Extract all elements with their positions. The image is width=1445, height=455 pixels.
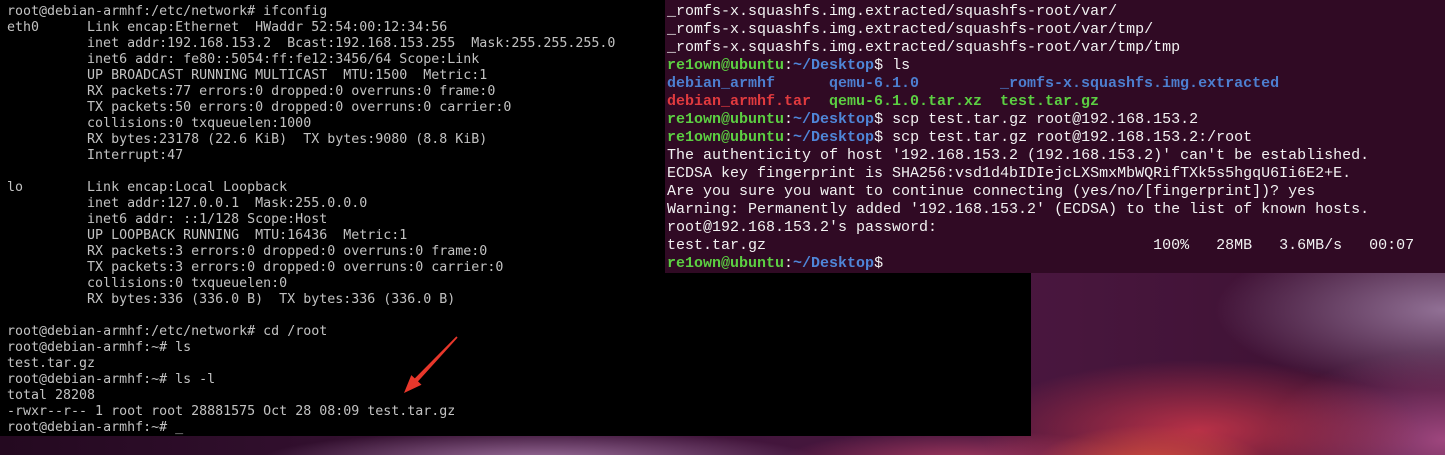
ifconfig-line: Link encap:Local Loopback [87,180,288,195]
prompt-separator: : [784,57,794,74]
ls-output-line: test.tar.gz [7,356,96,371]
ubuntu-terminal-window[interactable]: _romfs-x.squashfs.img.extracted/squashfs… [665,0,1445,273]
shell-prompt: root@debian-armhf:~# [7,340,168,355]
prompt-user-host: re1own@ubuntu [667,255,785,272]
transfer-filename: test.tar.gz [667,237,767,254]
transfer-percent: 100% [1153,237,1190,254]
ls-l-output-line: -rwxr--r-- 1 root root 28881575 Oct 28 0… [7,404,456,419]
ls-entry-directory: debian_armhf [667,75,776,92]
ls-entry-executable: test.tar.gz [1000,93,1100,110]
scp-message-line: Are you sure you want to continue connec… [667,183,1316,200]
shell-prompt: root@debian-armhf:~# [7,372,168,387]
command-text: ifconfig [263,4,328,19]
prompt-symbol: $ [874,255,884,272]
ls-l-output-line: total 28208 [7,388,96,403]
iface-name: lo [7,180,24,195]
ls-entry-archive: debian_armhf.tar [667,93,812,110]
command-text: scp test.tar.gz root@192.168.153.2 [892,111,1199,128]
scp-message-line: The authenticity of host '192.168.153.2 … [667,147,1370,164]
command-text: cd /root [263,324,328,339]
scp-message-line: root@192.168.153.2's password: [667,219,938,236]
prompt-path: ~/Desktop [793,57,875,74]
prompt-separator: : [784,129,794,146]
ifconfig-line: Link encap:Ethernet HWaddr 52:54:00:12:3… [87,20,448,35]
transfer-size: 28MB [1216,237,1253,254]
prompt-path: ~/Desktop [793,111,875,128]
command-text: ls [892,57,911,74]
ifconfig-line: RX bytes:336 (336.0 B) TX bytes:336 (336… [87,292,456,307]
prompt-line: re1own@ubuntu: ~/Desktop $ scp test.tar.gz … [667,111,1445,129]
prompt-symbol: $ [874,129,884,146]
ls-row: debian_armhf.tar qemu-6.1.0.tar.xz test.ta… [667,93,1445,111]
command-text: scp test.tar.gz root@192.168.153.2:/root [892,129,1253,146]
command-text: ls -l [175,372,216,387]
prompt-symbol: $ [874,57,884,74]
prompt-user-host: re1own@ubuntu [667,111,785,128]
prompt-separator: : [784,255,794,272]
prompt-path: ~/Desktop [793,255,875,272]
ls-entry-directory: qemu-6.1.0 [829,75,920,92]
scp-progress-line: test.tar.gz 100% 28MB 3.6MB/s 00:07 [667,237,1445,255]
output-line: _romfs-x.squashfs.img.extracted/squashfs… [667,21,1154,38]
ls-row: debian_armhf qemu-6.1.0 _romfs-x.squashfs.… [667,75,1445,93]
scp-message-line: ECDSA key fingerprint is SHA256:vsd1d4bI… [667,165,1352,182]
command-text: ls [175,340,192,355]
prompt-line: root@debian-armhf:~# ls -l [7,372,1031,388]
ls-entry-directory: _romfs-x.squashfs.img.extracted [1000,75,1280,92]
prompt-separator: : [784,111,794,128]
prompt-path: ~/Desktop [793,129,875,146]
output-line: _romfs-x.squashfs.img.extracted/squashfs… [667,3,1118,20]
prompt-line: root@debian-armhf:/etc/network# cd /root [7,324,1031,340]
shell-prompt: root@debian-armhf:/etc/network# [7,324,256,339]
output-line: _romfs-x.squashfs.img.extracted/squashfs… [667,39,1181,56]
shell-prompt: root@debian-armhf:/etc/network# [7,4,256,19]
prompt-line: re1own@ubuntu: ~/Desktop $ [667,255,1445,273]
ls-entry-executable: qemu-6.1.0.tar.xz [829,93,983,110]
prompt-user-host: re1own@ubuntu [667,57,785,74]
prompt-user-host: re1own@ubuntu [667,129,785,146]
prompt-line: re1own@ubuntu: ~/Desktop $ scp test.tar.gz … [667,129,1445,147]
ifconfig-line: collisions:0 txqueuelen:0 [87,276,288,291]
transfer-elapsed: 00:07 [1369,237,1415,254]
iface-name: eth0 [7,20,40,35]
transfer-rate: 3.6MB/s [1279,237,1343,254]
scp-message-line: Warning: Permanently added '192.168.153.… [667,201,1370,218]
prompt-line: root@debian-armhf:~# ls [7,340,1031,356]
prompt-line: root@debian-armhf:~# _ [7,420,1031,436]
prompt-symbol: $ [874,111,884,128]
text-cursor: _ [175,420,184,435]
shell-prompt: root@debian-armhf:~# [7,420,168,435]
prompt-line: re1own@ubuntu: ~/Desktop $ ls [667,57,1445,75]
